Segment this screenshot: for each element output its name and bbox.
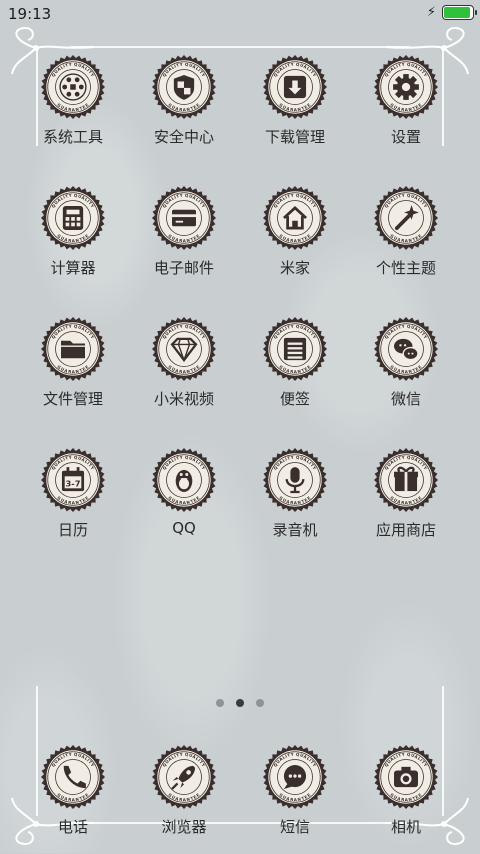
app-microphone[interactable]: QUALITY QUALITY GUARANTEE 录音机 [240,447,350,557]
microphone-icon: QUALITY QUALITY GUARANTEE [262,447,328,513]
charging-icon: ⚡ [426,5,436,20]
app-label: 个性主题 [375,259,436,277]
folder-grid-icon: QUALITY QUALITY GUARANTEE [40,54,106,120]
status-icons: ⚡ [426,5,477,20]
app-label: QQ [172,519,196,537]
app-gear[interactable]: QUALITY QUALITY GUARANTEE 设置 [351,54,461,164]
calculator-icon: QUALITY QUALITY GUARANTEE [40,185,106,251]
home-icon: QUALITY QUALITY GUARANTEE [262,185,328,251]
dock-rocket[interactable]: QUALITY QUALITY GUARANTEE 浏览器 [129,744,239,854]
card-icon: QUALITY QUALITY GUARANTEE [151,185,217,251]
camera-icon: QUALITY QUALITY GUARANTEE [373,744,439,810]
app-label: 小米视频 [153,390,214,408]
battery-level [444,7,470,18]
app-gift[interactable]: QUALITY QUALITY GUARANTEE 应用商店 [351,447,461,557]
diamond-icon: QUALITY QUALITY GUARANTEE [151,316,217,382]
app-magic-wand[interactable]: QUALITY QUALITY GUARANTEE 个性主题 [351,185,461,295]
svg-text:3-7: 3-7 [66,478,81,488]
app-shield[interactable]: QUALITY QUALITY GUARANTEE 安全中心 [129,54,239,164]
app-card[interactable]: QUALITY QUALITY GUARANTEE 电子邮件 [129,185,239,295]
battery-icon [442,5,477,20]
app-label: 电子邮件 [153,259,214,277]
app-folder-grid[interactable]: QUALITY QUALITY GUARANTEE 系统工具 [18,54,128,164]
app-label: 米家 [279,259,310,277]
note-list-icon: QUALITY QUALITY GUARANTEE [262,316,328,382]
app-penguin[interactable]: QUALITY QUALITY GUARANTEE QQ [129,447,239,557]
gift-icon: QUALITY QUALITY GUARANTEE [373,447,439,513]
calendar-icon: QUALITY QUALITY GUARANTEE 3-7 [40,447,106,513]
app-label: 安全中心 [153,128,214,146]
app-note-list[interactable]: QUALITY QUALITY GUARANTEE 便签 [240,316,350,426]
app-label: 便签 [279,390,310,408]
app-folder[interactable]: QUALITY QUALITY GUARANTEE 文件管理 [18,316,128,426]
dock-label: 相机 [390,818,421,836]
message-icon: QUALITY QUALITY GUARANTEE [262,744,328,810]
page-indicator[interactable] [0,699,480,707]
dock-label: 电话 [57,818,88,836]
app-wechat[interactable]: QUALITY QUALITY GUARANTEE 微信 [351,316,461,426]
app-label: 应用商店 [375,521,436,539]
page-dot[interactable] [216,699,224,707]
page-dot[interactable] [256,699,264,707]
app-label: 计算器 [50,259,96,277]
app-label: 日历 [57,521,88,539]
dock-label: 短信 [279,818,310,836]
page-dot[interactable] [236,699,244,707]
app-label: 微信 [390,390,421,408]
shield-icon: QUALITY QUALITY GUARANTEE [151,54,217,120]
dock-camera[interactable]: QUALITY QUALITY GUARANTEE 相机 [351,744,461,854]
dock-message[interactable]: QUALITY QUALITY GUARANTEE 短信 [240,744,350,854]
app-label: 录音机 [272,521,318,539]
rocket-icon: QUALITY QUALITY GUARANTEE [151,744,217,810]
dock: QUALITY QUALITY GUARANTEE 电话 QUALITY QUA… [0,744,480,854]
download-icon: QUALITY QUALITY GUARANTEE [262,54,328,120]
penguin-icon: QUALITY QUALITY GUARANTEE [151,447,217,513]
magic-wand-icon: QUALITY QUALITY GUARANTEE [373,185,439,251]
gear-icon: QUALITY QUALITY GUARANTEE [373,54,439,120]
app-label: 设置 [390,128,421,146]
app-home[interactable]: QUALITY QUALITY GUARANTEE 米家 [240,185,350,295]
folder-icon: QUALITY QUALITY GUARANTEE [40,316,106,382]
app-calculator[interactable]: QUALITY QUALITY GUARANTEE 计算器 [18,185,128,295]
status-time: 19:13 [8,5,52,23]
app-download[interactable]: QUALITY QUALITY GUARANTEE 下载管理 [240,54,350,164]
dock-label: 浏览器 [161,818,207,836]
dock-phone[interactable]: QUALITY QUALITY GUARANTEE 电话 [18,744,128,854]
wechat-icon: QUALITY QUALITY GUARANTEE [373,316,439,382]
phone-icon: QUALITY QUALITY GUARANTEE [40,744,106,810]
app-label: 文件管理 [42,390,103,408]
app-calendar[interactable]: QUALITY QUALITY GUARANTEE 3-7 日历 [18,447,128,557]
app-diamond[interactable]: QUALITY QUALITY GUARANTEE 小米视频 [129,316,239,426]
app-label: 下载管理 [264,128,325,146]
app-label: 系统工具 [42,128,103,146]
